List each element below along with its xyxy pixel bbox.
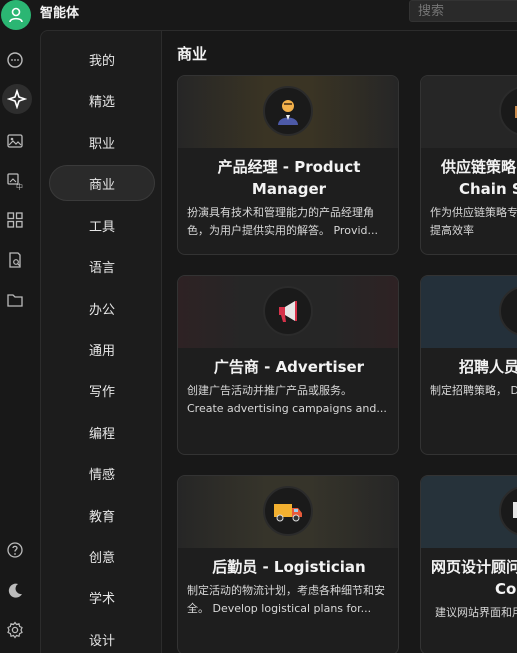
category-item[interactable]: 语言: [49, 248, 155, 284]
card-title: 广告商 - Advertiser: [213, 358, 365, 376]
card-description: 创建广告活动并推广产品或服务。 Create advertising campa…: [187, 384, 387, 415]
category-item[interactable]: 办公: [49, 290, 155, 326]
category-item[interactable]: 学术: [49, 579, 155, 615]
image-translate-icon[interactable]: 中: [5, 171, 25, 191]
category-item[interactable]: 写作: [49, 372, 155, 408]
category-item[interactable]: 通用: [49, 331, 155, 367]
agent-card[interactable]: 后勤员 - Logistician 制定活动的物流计划，考虑各种细节和安全。 D…: [177, 475, 399, 653]
main-content: 商业 产品经理 - Product Manager 扮演具有技术和管理能力的产品…: [162, 30, 517, 653]
category-item[interactable]: 情感: [49, 455, 155, 491]
category-item[interactable]: 编程: [49, 414, 155, 450]
top-bar: 智能体: [0, 0, 517, 30]
card-description: 扮演具有技术和管理能力的产品经理角色，为用户提供实用的解答。 Provid...: [187, 206, 378, 237]
category-panel: 我的 精选 职业 商业 工具 语言 办公 通用 写作 编程 情感 教育 创意 学…: [40, 30, 162, 653]
category-item[interactable]: 设计: [49, 621, 155, 653]
avatar[interactable]: [1, 0, 31, 30]
agent-card[interactable]: 招聘人员 制定招聘策略， Develop recruitment: [420, 275, 517, 455]
app-title: 智能体: [40, 6, 80, 21]
search-input[interactable]: [409, 0, 517, 22]
agent-card[interactable]: 网页设计顾问 Con 建议网站界面和用户体验。 Suggest w: [420, 475, 517, 653]
card-title: 产品经理 - Product Manager: [217, 158, 361, 198]
user-icon: [9, 7, 23, 23]
category-item[interactable]: 精选: [49, 82, 155, 118]
card-description: 制定招聘策略， Develop recruitment: [430, 384, 517, 397]
category-item[interactable]: 工具: [49, 207, 155, 243]
card-title: 网页设计顾问 Con: [431, 558, 517, 598]
category-item[interactable]: 教育: [49, 497, 155, 533]
svg-text:中: 中: [16, 182, 23, 190]
category-item[interactable]: 职业: [49, 124, 155, 160]
card-description: 制定活动的物流计划，考虑各种细节和安全。 Develop logistical …: [187, 584, 385, 615]
doc-search-icon[interactable]: [5, 250, 25, 270]
moon-icon[interactable]: [5, 581, 25, 601]
agent-card[interactable]: 供应链策略 Chain Str 作为供应链策略专家，优化供应链流程，提高效率: [420, 75, 517, 255]
help-icon[interactable]: [5, 540, 25, 560]
chat-icon[interactable]: [5, 50, 25, 70]
card-description: 作为供应链策略专家，优化供应链流程，提高效率: [430, 206, 517, 237]
agent-card[interactable]: 产品经理 - Product Manager 扮演具有技术和管理能力的产品经理角…: [177, 75, 399, 255]
truck-icon: [263, 486, 313, 536]
apps-grid-icon[interactable]: [5, 210, 25, 230]
product-manager-icon: [263, 86, 313, 136]
card-title: 招聘人员: [459, 358, 517, 376]
image-icon[interactable]: [5, 131, 25, 151]
category-item-active[interactable]: 商业: [49, 165, 155, 201]
category-item[interactable]: 我的: [49, 41, 155, 77]
settings-icon[interactable]: [5, 620, 25, 640]
section-title: 商业: [177, 45, 208, 63]
left-rail: 中: [0, 30, 40, 653]
agent-card[interactable]: 广告商 - Advertiser 创建广告活动并推广产品或服务。 Create …: [177, 275, 399, 455]
folder-icon[interactable]: [5, 290, 25, 310]
sparkle-icon[interactable]: [2, 84, 32, 114]
megaphone-icon: [263, 286, 313, 336]
card-description: 建议网站界面和用户体验。 Suggest w: [435, 606, 517, 619]
card-title: 后勤员 - Logistician: [212, 558, 366, 576]
card-title: 供应链策略 Chain Str: [441, 158, 517, 198]
category-item[interactable]: 创意: [49, 538, 155, 574]
